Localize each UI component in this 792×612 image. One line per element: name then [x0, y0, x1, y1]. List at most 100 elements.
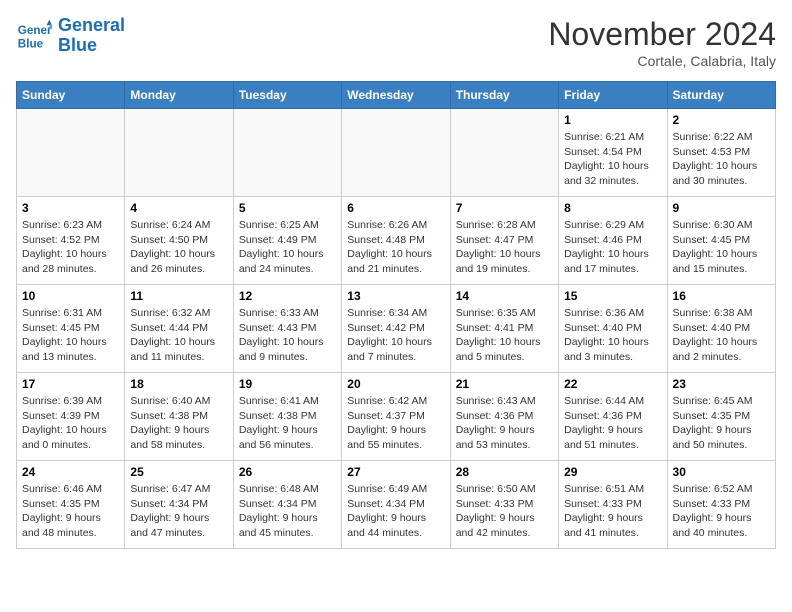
- calendar-day-cell: 28 Sunrise: 6:50 AM Sunset: 4:33 PM Dayli…: [450, 461, 558, 549]
- calendar-day-cell: 5 Sunrise: 6:25 AM Sunset: 4:49 PM Daylig…: [233, 197, 341, 285]
- calendar-day-cell: 3 Sunrise: 6:23 AM Sunset: 4:52 PM Daylig…: [17, 197, 125, 285]
- day-info: Sunrise: 6:48 AM Sunset: 4:34 PM Dayligh…: [239, 482, 336, 541]
- day-info: Sunrise: 6:22 AM Sunset: 4:53 PM Dayligh…: [673, 130, 770, 189]
- day-number: 1: [564, 113, 661, 127]
- calendar-day-cell: 9 Sunrise: 6:30 AM Sunset: 4:45 PM Daylig…: [667, 197, 775, 285]
- day-info: Sunrise: 6:47 AM Sunset: 4:34 PM Dayligh…: [130, 482, 227, 541]
- calendar-day-cell: 16 Sunrise: 6:38 AM Sunset: 4:40 PM Dayli…: [667, 285, 775, 373]
- day-number: 5: [239, 201, 336, 215]
- weekday-header-wednesday: Wednesday: [342, 82, 450, 109]
- day-number: 22: [564, 377, 661, 391]
- calendar-day-cell: [233, 109, 341, 197]
- day-number: 24: [22, 465, 119, 479]
- location-subtitle: Cortale, Calabria, Italy: [548, 53, 776, 69]
- day-number: 14: [456, 289, 553, 303]
- logo-text: General Blue: [58, 16, 125, 56]
- calendar-day-cell: 25 Sunrise: 6:47 AM Sunset: 4:34 PM Dayli…: [125, 461, 233, 549]
- day-info: Sunrise: 6:35 AM Sunset: 4:41 PM Dayligh…: [456, 306, 553, 365]
- day-info: Sunrise: 6:50 AM Sunset: 4:33 PM Dayligh…: [456, 482, 553, 541]
- calendar-day-cell: 17Sunrise: 6:39 AM Sunset: 4:39 PM Dayli…: [17, 373, 125, 461]
- calendar-day-cell: [450, 109, 558, 197]
- calendar-day-cell: 22 Sunrise: 6:44 AM Sunset: 4:36 PM Dayli…: [559, 373, 667, 461]
- day-info: Sunrise: 6:33 AM Sunset: 4:43 PM Dayligh…: [239, 306, 336, 365]
- calendar-day-cell: 18 Sunrise: 6:40 AM Sunset: 4:38 PM Dayli…: [125, 373, 233, 461]
- calendar-week-5: 24Sunrise: 6:46 AM Sunset: 4:35 PM Dayli…: [17, 461, 776, 549]
- day-number: 11: [130, 289, 227, 303]
- day-number: 27: [347, 465, 444, 479]
- calendar-table: SundayMondayTuesdayWednesdayThursdayFrid…: [16, 81, 776, 549]
- day-info: Sunrise: 6:39 AM Sunset: 4:39 PM Dayligh…: [22, 394, 119, 453]
- day-number: 2: [673, 113, 770, 127]
- svg-text:Blue: Blue: [18, 37, 44, 50]
- day-number: 12: [239, 289, 336, 303]
- day-number: 8: [564, 201, 661, 215]
- calendar-day-cell: 8 Sunrise: 6:29 AM Sunset: 4:46 PM Daylig…: [559, 197, 667, 285]
- calendar-day-cell: [17, 109, 125, 197]
- day-info: Sunrise: 6:38 AM Sunset: 4:40 PM Dayligh…: [673, 306, 770, 365]
- weekday-header-saturday: Saturday: [667, 82, 775, 109]
- day-info: Sunrise: 6:31 AM Sunset: 4:45 PM Dayligh…: [22, 306, 119, 365]
- day-info: Sunrise: 6:42 AM Sunset: 4:37 PM Dayligh…: [347, 394, 444, 453]
- calendar-day-cell: 20Sunrise: 6:42 AM Sunset: 4:37 PM Dayli…: [342, 373, 450, 461]
- calendar-day-cell: 26Sunrise: 6:48 AM Sunset: 4:34 PM Dayli…: [233, 461, 341, 549]
- day-number: 13: [347, 289, 444, 303]
- weekday-header-thursday: Thursday: [450, 82, 558, 109]
- day-number: 16: [673, 289, 770, 303]
- calendar-day-cell: 21 Sunrise: 6:43 AM Sunset: 4:36 PM Dayli…: [450, 373, 558, 461]
- day-info: Sunrise: 6:43 AM Sunset: 4:36 PM Dayligh…: [456, 394, 553, 453]
- day-info: Sunrise: 6:40 AM Sunset: 4:38 PM Dayligh…: [130, 394, 227, 453]
- calendar-day-cell: 2 Sunrise: 6:22 AM Sunset: 4:53 PM Daylig…: [667, 109, 775, 197]
- calendar-week-3: 10 Sunrise: 6:31 AM Sunset: 4:45 PM Dayli…: [17, 285, 776, 373]
- day-info: Sunrise: 6:29 AM Sunset: 4:46 PM Dayligh…: [564, 218, 661, 277]
- calendar-day-cell: 6 Sunrise: 6:26 AM Sunset: 4:48 PM Daylig…: [342, 197, 450, 285]
- day-number: 23: [673, 377, 770, 391]
- calendar-day-cell: 23 Sunrise: 6:45 AM Sunset: 4:35 PM Dayli…: [667, 373, 775, 461]
- calendar-week-1: 1Sunrise: 6:21 AM Sunset: 4:54 PM Daylig…: [17, 109, 776, 197]
- calendar-day-cell: [125, 109, 233, 197]
- day-number: 30: [673, 465, 770, 479]
- day-info: Sunrise: 6:25 AM Sunset: 4:49 PM Dayligh…: [239, 218, 336, 277]
- month-title: November 2024: [548, 16, 776, 53]
- weekday-header-tuesday: Tuesday: [233, 82, 341, 109]
- logo-icon: General Blue: [16, 18, 52, 54]
- day-info: Sunrise: 6:23 AM Sunset: 4:52 PM Dayligh…: [22, 218, 119, 277]
- day-number: 4: [130, 201, 227, 215]
- day-number: 28: [456, 465, 553, 479]
- day-number: 3: [22, 201, 119, 215]
- day-info: Sunrise: 6:44 AM Sunset: 4:36 PM Dayligh…: [564, 394, 661, 453]
- day-number: 7: [456, 201, 553, 215]
- day-info: Sunrise: 6:26 AM Sunset: 4:48 PM Dayligh…: [347, 218, 444, 277]
- day-info: Sunrise: 6:45 AM Sunset: 4:35 PM Dayligh…: [673, 394, 770, 453]
- calendar-day-cell: 19Sunrise: 6:41 AM Sunset: 4:38 PM Dayli…: [233, 373, 341, 461]
- day-number: 9: [673, 201, 770, 215]
- calendar-day-cell: 4Sunrise: 6:24 AM Sunset: 4:50 PM Daylig…: [125, 197, 233, 285]
- day-number: 18: [130, 377, 227, 391]
- day-number: 29: [564, 465, 661, 479]
- day-number: 21: [456, 377, 553, 391]
- calendar-day-cell: 7 Sunrise: 6:28 AM Sunset: 4:47 PM Daylig…: [450, 197, 558, 285]
- page-header: General Blue General Blue November 2024 …: [16, 16, 776, 69]
- day-number: 6: [347, 201, 444, 215]
- day-info: Sunrise: 6:52 AM Sunset: 4:33 PM Dayligh…: [673, 482, 770, 541]
- day-info: Sunrise: 6:28 AM Sunset: 4:47 PM Dayligh…: [456, 218, 553, 277]
- svg-text:General: General: [18, 24, 52, 37]
- calendar-header-row: SundayMondayTuesdayWednesdayThursdayFrid…: [17, 82, 776, 109]
- calendar-day-cell: 13Sunrise: 6:34 AM Sunset: 4:42 PM Dayli…: [342, 285, 450, 373]
- calendar-day-cell: 30 Sunrise: 6:52 AM Sunset: 4:33 PM Dayli…: [667, 461, 775, 549]
- calendar-day-cell: 11Sunrise: 6:32 AM Sunset: 4:44 PM Dayli…: [125, 285, 233, 373]
- calendar-day-cell: 14 Sunrise: 6:35 AM Sunset: 4:41 PM Dayli…: [450, 285, 558, 373]
- day-number: 19: [239, 377, 336, 391]
- calendar-day-cell: [342, 109, 450, 197]
- logo: General Blue General Blue: [16, 16, 125, 56]
- day-number: 10: [22, 289, 119, 303]
- calendar-week-2: 3 Sunrise: 6:23 AM Sunset: 4:52 PM Daylig…: [17, 197, 776, 285]
- calendar-day-cell: 29Sunrise: 6:51 AM Sunset: 4:33 PM Dayli…: [559, 461, 667, 549]
- calendar-day-cell: 1Sunrise: 6:21 AM Sunset: 4:54 PM Daylig…: [559, 109, 667, 197]
- weekday-header-friday: Friday: [559, 82, 667, 109]
- weekday-header-sunday: Sunday: [17, 82, 125, 109]
- calendar-day-cell: 24Sunrise: 6:46 AM Sunset: 4:35 PM Dayli…: [17, 461, 125, 549]
- day-info: Sunrise: 6:49 AM Sunset: 4:34 PM Dayligh…: [347, 482, 444, 541]
- day-info: Sunrise: 6:30 AM Sunset: 4:45 PM Dayligh…: [673, 218, 770, 277]
- day-number: 15: [564, 289, 661, 303]
- day-number: 25: [130, 465, 227, 479]
